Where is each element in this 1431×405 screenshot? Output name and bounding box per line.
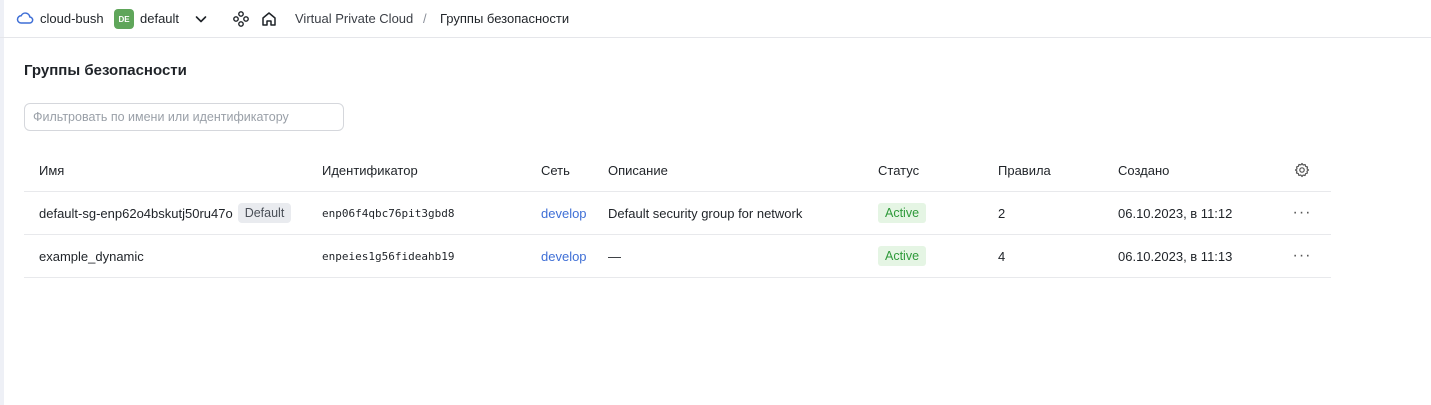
row-status-cell: Active bbox=[878, 192, 927, 234]
top-bar: cloud-bush DE default Virtual Private Cl… bbox=[0, 0, 1431, 38]
default-tag: Default bbox=[237, 203, 292, 223]
row-name-cell: example_dynamic bbox=[39, 235, 144, 277]
column-header-rules[interactable]: Правила bbox=[998, 149, 1051, 191]
status-badge: Active bbox=[878, 246, 927, 266]
row-description: — bbox=[608, 248, 621, 264]
page-title: Группы безопасности bbox=[24, 62, 187, 79]
row-network-link[interactable]: develop bbox=[541, 235, 587, 277]
row-created: 06.10.2023, в 11:13 bbox=[1118, 248, 1233, 264]
cloud-name: cloud-bush bbox=[40, 10, 104, 26]
row-name[interactable]: default-sg-enp62o4bskutj50ru47o bbox=[39, 206, 233, 221]
row-rules: 4 bbox=[998, 248, 1006, 264]
column-header-description[interactable]: Описание bbox=[608, 149, 668, 191]
table-row[interactable]: example_dynamic enpeies1g56fideahb19 dev… bbox=[24, 235, 1331, 278]
column-header-network[interactable]: Сеть bbox=[541, 149, 570, 191]
row-id: enpeies1g56fideahb19 bbox=[322, 249, 455, 263]
services-icon[interactable] bbox=[232, 10, 250, 28]
column-header-status[interactable]: Статус bbox=[878, 149, 919, 191]
chevron-down-icon[interactable] bbox=[193, 11, 209, 27]
row-name[interactable]: example_dynamic bbox=[39, 249, 144, 264]
row-actions-button[interactable]: ··· bbox=[1292, 235, 1312, 277]
row-description: Default security group for network bbox=[608, 205, 803, 221]
left-edge bbox=[0, 0, 4, 405]
filter-input[interactable] bbox=[24, 103, 344, 131]
row-actions-button[interactable]: ··· bbox=[1292, 192, 1312, 234]
breadcrumb-separator: / bbox=[423, 11, 427, 26]
row-id: enp06f4qbc76pit3gbd8 bbox=[322, 206, 455, 220]
column-header-created[interactable]: Создано bbox=[1118, 149, 1169, 191]
row-rules: 2 bbox=[998, 205, 1006, 221]
breadcrumb-current: Группы безопасности bbox=[440, 11, 570, 26]
cloud-icon bbox=[16, 12, 34, 24]
row-created: 06.10.2023, в 11:12 bbox=[1118, 205, 1233, 221]
table-header: Имя Идентификатор Сеть Описание Статус П… bbox=[24, 149, 1331, 192]
row-network-link[interactable]: develop bbox=[541, 192, 587, 234]
more-icon: ··· bbox=[1292, 204, 1312, 221]
more-icon: ··· bbox=[1292, 247, 1312, 264]
folder-name[interactable]: default bbox=[140, 11, 179, 26]
table-settings-button[interactable] bbox=[1292, 149, 1312, 191]
security-groups-table: Имя Идентификатор Сеть Описание Статус П… bbox=[24, 149, 1331, 278]
breadcrumb-vpc[interactable]: Virtual Private Cloud bbox=[295, 11, 413, 26]
row-name-cell: default-sg-enp62o4bskutj50ru47o Default bbox=[39, 192, 292, 234]
home-icon[interactable] bbox=[260, 10, 278, 28]
column-header-id[interactable]: Идентификатор bbox=[322, 149, 418, 191]
column-header-name[interactable]: Имя bbox=[39, 149, 64, 191]
folder-badge: DE bbox=[114, 9, 134, 29]
table-row[interactable]: default-sg-enp62o4bskutj50ru47o Default … bbox=[24, 192, 1331, 235]
cloud-selector[interactable]: cloud-bush bbox=[16, 10, 104, 26]
row-status-cell: Active bbox=[878, 235, 927, 277]
gear-icon bbox=[1294, 162, 1310, 178]
status-badge: Active bbox=[878, 203, 927, 223]
